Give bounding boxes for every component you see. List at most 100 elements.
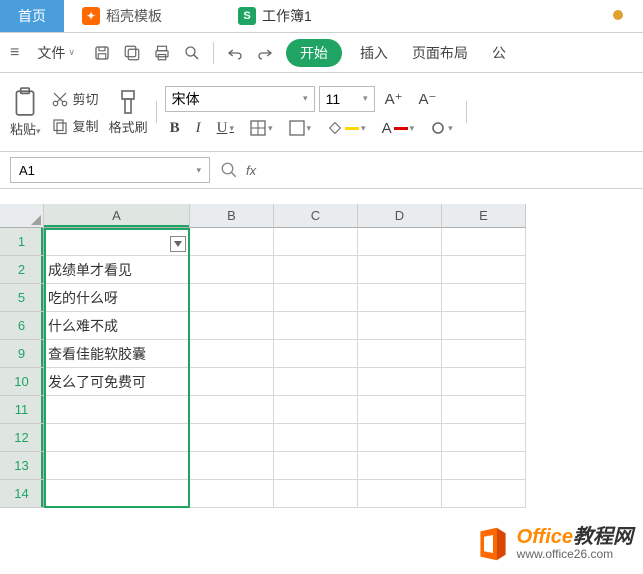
cell[interactable]: [274, 480, 358, 508]
cell[interactable]: [190, 340, 274, 368]
row-header[interactable]: 1: [0, 228, 44, 256]
fx-button[interactable]: fx: [220, 161, 256, 179]
row-header[interactable]: 12: [0, 424, 44, 452]
cell[interactable]: 发么了可免费可: [44, 368, 190, 396]
undo-icon[interactable]: [226, 44, 244, 62]
cell[interactable]: [442, 340, 526, 368]
row-header[interactable]: 11: [0, 396, 44, 424]
filter-button[interactable]: [170, 236, 186, 252]
fill-color-button[interactable]: ▾: [322, 119, 371, 137]
column-header-C[interactable]: C: [274, 204, 358, 228]
cell[interactable]: [190, 312, 274, 340]
save-as-icon[interactable]: [123, 44, 141, 62]
row-header[interactable]: 9: [0, 340, 44, 368]
font-color-button[interactable]: A ▾: [377, 118, 420, 139]
hamburger-icon[interactable]: ≡: [10, 44, 19, 62]
cell[interactable]: [190, 396, 274, 424]
cell[interactable]: [274, 424, 358, 452]
cell[interactable]: [274, 340, 358, 368]
cell[interactable]: [44, 452, 190, 480]
column-header-E[interactable]: E: [442, 204, 526, 228]
cell[interactable]: [274, 228, 358, 256]
cell[interactable]: 成绩单才看见: [44, 256, 190, 284]
cell[interactable]: [358, 424, 442, 452]
column-header-A[interactable]: A: [44, 204, 190, 228]
row-header[interactable]: 14: [0, 480, 44, 508]
cell[interactable]: [44, 228, 190, 256]
column-header-D[interactable]: D: [358, 204, 442, 228]
merge-cells-button[interactable]: ▾: [284, 118, 317, 138]
font-name-select[interactable]: 宋体 ▾: [165, 86, 315, 112]
menu-file[interactable]: 文件 ∨: [31, 39, 81, 67]
cell[interactable]: [44, 480, 190, 508]
cell[interactable]: [274, 396, 358, 424]
select-all-corner[interactable]: [0, 204, 44, 228]
underline-button[interactable]: U▾: [212, 118, 239, 139]
cell[interactable]: [358, 284, 442, 312]
cell[interactable]: [274, 368, 358, 396]
cell[interactable]: [190, 228, 274, 256]
cell[interactable]: [442, 424, 526, 452]
cell[interactable]: [358, 340, 442, 368]
print-icon[interactable]: [153, 44, 171, 62]
cell[interactable]: [274, 452, 358, 480]
cell[interactable]: [358, 256, 442, 284]
row-header[interactable]: 5: [0, 284, 44, 312]
cell[interactable]: [442, 396, 526, 424]
cell[interactable]: [44, 424, 190, 452]
cell[interactable]: [358, 228, 442, 256]
menu-formula[interactable]: 公: [486, 39, 512, 67]
row-header[interactable]: 6: [0, 312, 44, 340]
menu-insert[interactable]: 插入: [354, 39, 394, 67]
decrease-font-button[interactable]: A⁻: [413, 87, 443, 111]
cell[interactable]: [358, 452, 442, 480]
row-header[interactable]: 10: [0, 368, 44, 396]
print-preview-icon[interactable]: [183, 44, 201, 62]
column-header-B[interactable]: B: [190, 204, 274, 228]
cell[interactable]: [358, 368, 442, 396]
cell[interactable]: [190, 452, 274, 480]
notification-dot-icon[interactable]: [613, 10, 623, 20]
cell[interactable]: [44, 396, 190, 424]
cell[interactable]: [190, 284, 274, 312]
name-box[interactable]: A1 ▾: [10, 157, 210, 183]
increase-font-button[interactable]: A⁺: [379, 87, 409, 111]
row-header[interactable]: 13: [0, 452, 44, 480]
redo-icon[interactable]: [256, 44, 274, 62]
paste-button[interactable]: 粘贴▾: [10, 87, 41, 138]
style-button[interactable]: ▾: [425, 118, 458, 138]
cell[interactable]: [358, 480, 442, 508]
cell[interactable]: [442, 368, 526, 396]
cell[interactable]: [190, 256, 274, 284]
cell[interactable]: [442, 256, 526, 284]
cell[interactable]: [358, 396, 442, 424]
menu-start[interactable]: 开始: [286, 39, 342, 67]
cell[interactable]: [190, 480, 274, 508]
cell[interactable]: [442, 284, 526, 312]
save-icon[interactable]: [93, 44, 111, 62]
cell[interactable]: [442, 480, 526, 508]
format-painter-button[interactable]: 格式刷: [109, 89, 148, 136]
cut-button[interactable]: 剪切: [49, 87, 101, 110]
cell[interactable]: 吃的什么呀: [44, 284, 190, 312]
tab-docer[interactable]: ✦ 稻壳模板: [64, 0, 180, 32]
cell[interactable]: 查看佳能软胶囊: [44, 340, 190, 368]
copy-button[interactable]: 复制: [49, 114, 101, 137]
cell[interactable]: [442, 452, 526, 480]
bold-button[interactable]: B: [165, 118, 185, 139]
cell[interactable]: [190, 368, 274, 396]
font-size-select[interactable]: 11 ▾: [319, 86, 375, 112]
cell[interactable]: [274, 284, 358, 312]
cells-area[interactable]: 成绩单才看见 吃的什么呀 什么难不成 查看佳能软胶囊 发么了可免费可: [44, 228, 526, 508]
border-button[interactable]: ▾: [245, 118, 278, 138]
menu-page-layout[interactable]: 页面布局: [406, 39, 474, 67]
cell[interactable]: [442, 312, 526, 340]
cell[interactable]: 什么难不成: [44, 312, 190, 340]
row-header[interactable]: 2: [0, 256, 44, 284]
cell[interactable]: [442, 228, 526, 256]
cell[interactable]: [274, 256, 358, 284]
cell[interactable]: [274, 312, 358, 340]
cell[interactable]: [358, 312, 442, 340]
cell[interactable]: [190, 424, 274, 452]
italic-button[interactable]: I: [191, 118, 206, 139]
